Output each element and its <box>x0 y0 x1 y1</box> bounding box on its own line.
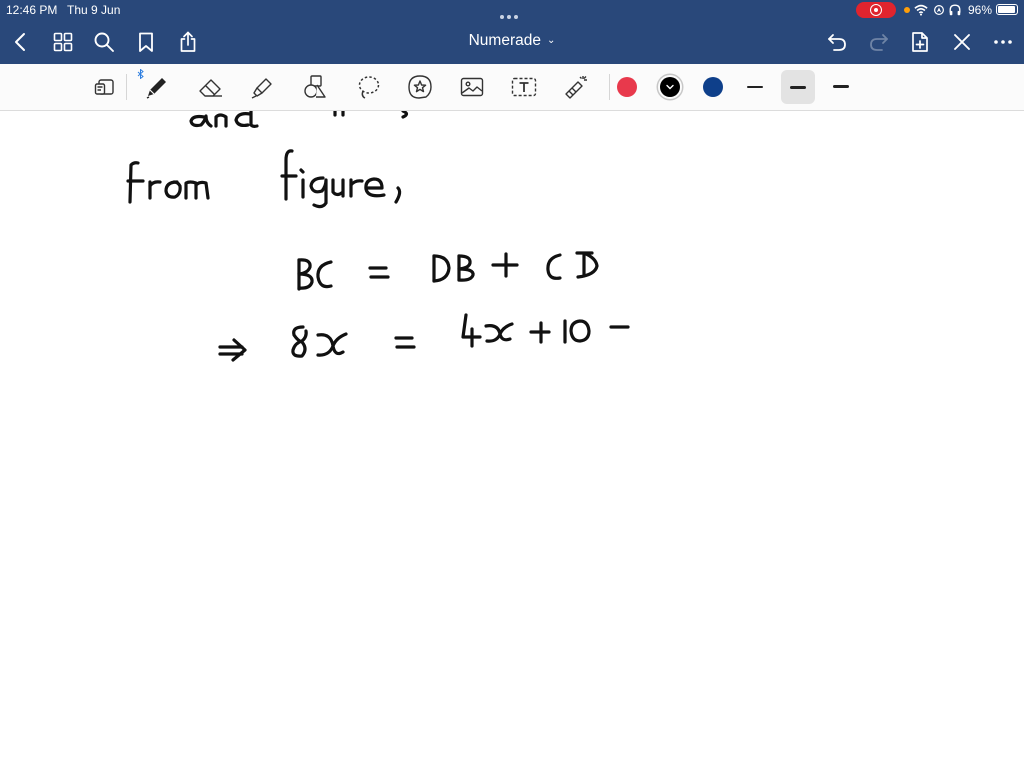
handwriting-line-3 <box>297 251 599 291</box>
grid-icon[interactable] <box>51 30 75 54</box>
lasso-icon[interactable] <box>353 72 383 102</box>
search-icon[interactable] <box>92 30 116 54</box>
drawing-toolbar <box>0 64 1024 111</box>
status-date: Thu 9 Jun <box>67 3 121 17</box>
selected-check-icon <box>666 84 674 90</box>
text-box-icon[interactable] <box>509 72 539 102</box>
color-swatch-blue[interactable] <box>703 77 723 97</box>
handwriting-line-4 <box>218 313 630 362</box>
sticker-icon[interactable] <box>405 72 435 102</box>
screen-record-icon[interactable] <box>856 2 896 18</box>
battery-percent: 96% <box>968 3 993 17</box>
toolbar-divider <box>609 74 610 100</box>
shapes-icon[interactable] <box>300 72 330 102</box>
share-icon[interactable] <box>176 30 200 54</box>
highlighter-icon[interactable] <box>248 72 278 102</box>
bookmark-icon[interactable] <box>134 30 158 54</box>
wifi-icon <box>914 4 928 16</box>
add-page-icon[interactable] <box>908 30 932 54</box>
location-icon <box>934 5 944 15</box>
headphones-icon <box>949 4 961 16</box>
stroke-width-thick[interactable] <box>824 70 858 104</box>
stroke-width-thin[interactable] <box>738 70 772 104</box>
mic-indicator-dot <box>904 7 910 13</box>
document-title[interactable]: Numerade ⌄ <box>420 32 604 50</box>
color-swatch-black[interactable] <box>660 77 680 97</box>
chevron-down-icon: ⌄ <box>546 35 556 46</box>
handwriting-line-1 <box>189 109 409 128</box>
more-icon[interactable] <box>991 30 1015 54</box>
image-icon[interactable] <box>457 72 487 102</box>
color-swatch-red[interactable] <box>617 77 637 97</box>
note-canvas[interactable] <box>0 109 1024 768</box>
toolbar-divider <box>126 74 127 100</box>
eraser-icon[interactable] <box>196 72 226 102</box>
redo-icon[interactable] <box>867 30 891 54</box>
back-icon[interactable] <box>9 30 33 54</box>
bluetooth-icon <box>137 69 144 79</box>
laser-pointer-icon[interactable] <box>561 72 591 102</box>
status-bar: 12:46 PM Thu 9 Jun 96% <box>0 0 1024 20</box>
undo-icon[interactable] <box>825 30 849 54</box>
document-nav-bar: Numerade ⌄ <box>0 20 1024 64</box>
read-mode-icon[interactable] <box>90 72 120 102</box>
pen-icon[interactable] <box>142 72 172 102</box>
battery-icon <box>996 4 1018 15</box>
close-icon[interactable] <box>950 30 974 54</box>
status-time: 12:46 PM <box>6 3 58 17</box>
handwriting-line-2 <box>126 149 402 209</box>
document-title-label: Numerade <box>468 32 541 49</box>
stroke-width-medium[interactable] <box>781 70 815 104</box>
multitasking-dots[interactable] <box>500 8 524 19</box>
